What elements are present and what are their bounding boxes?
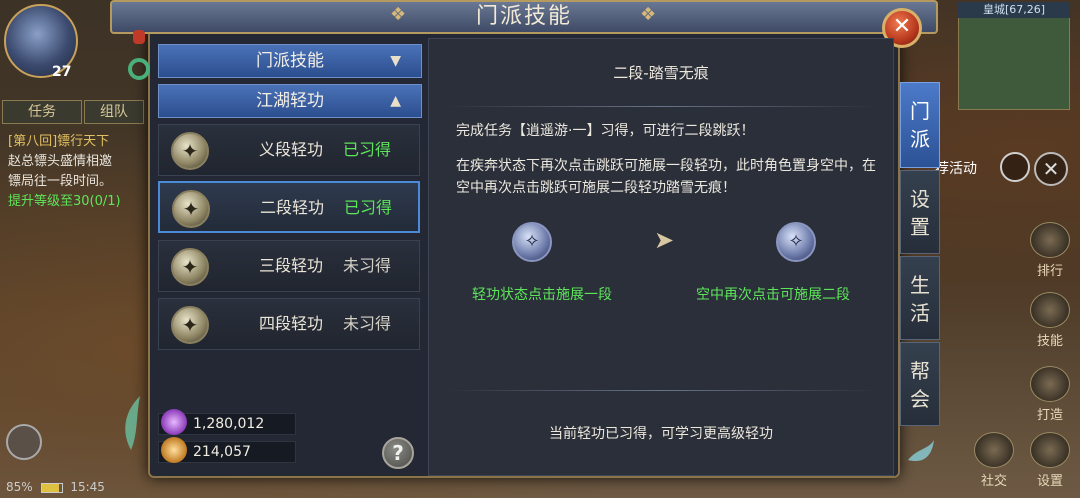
category-qinggong[interactable]: 江湖轻功 ▲: [158, 84, 422, 118]
tab-team[interactable]: 组队: [84, 100, 144, 124]
social-icon: [974, 432, 1014, 468]
skill-row-3[interactable]: ✦ 三段轻功 未习得: [158, 240, 420, 292]
rank-button[interactable]: 排行: [1028, 222, 1072, 279]
gem-icon: [161, 409, 187, 435]
skill-usage-text: 在疾奔状态下再次点击跳跃可施展一段轻功，此时角色置身空中，在空中再次点击跳跃可施…: [456, 158, 876, 196]
craft-label: 打造: [1036, 408, 1063, 423]
rank-icon: [1030, 222, 1070, 258]
qinggong-skill-icon: ✦: [171, 248, 209, 286]
skill-row-4[interactable]: ✦ 四段轻功 未习得: [158, 298, 420, 350]
second-jump-icon: ✧: [776, 222, 816, 262]
social-label: 社交: [980, 474, 1007, 489]
quest-desc-1: 赵总镖头盛情相邀: [8, 154, 113, 169]
camera-icon[interactable]: [6, 424, 42, 460]
skill-label: 技能: [1036, 334, 1063, 349]
player-level: 27: [52, 64, 72, 80]
skill-learned-footer: 当前轻功已习得，可学习更高级轻功: [549, 426, 773, 442]
status-bar: 85% 15:45: [6, 480, 105, 494]
gem-amount: 1,280,012: [193, 416, 265, 432]
category-label: 门派技能: [256, 51, 324, 71]
gold-ingot-icon: [161, 437, 187, 463]
chevron-down-icon: ▼: [390, 53, 401, 69]
second-jump-label: 空中再次点击可施展二段: [696, 287, 850, 303]
quest-title[interactable]: [第八回]镖行天下: [8, 130, 109, 149]
currency-gold: 214,057: [158, 437, 296, 463]
gear-icon: [1030, 432, 1070, 468]
event-label[interactable]: 荐活动: [935, 158, 977, 178]
skill-status: 未习得: [342, 314, 391, 333]
jade-pendant-icon: [126, 30, 152, 90]
skill-detail-title: 二段-踏雪无痕: [613, 64, 709, 82]
minimap[interactable]: [958, 6, 1070, 110]
settings-label: 设置: [1036, 474, 1063, 489]
tab-settings[interactable]: 设置: [900, 170, 940, 254]
tab-task[interactable]: 任务: [2, 100, 82, 124]
skill-name: 二段轻功: [259, 198, 324, 217]
skill-name: 义段轻功: [258, 140, 323, 159]
settings-button[interactable]: 设置: [1028, 432, 1072, 489]
skill-status: 已习得: [343, 198, 392, 217]
skill-row-1[interactable]: ✦ 义段轻功 已习得: [158, 124, 420, 176]
close-icon[interactable]: ✕: [1034, 152, 1068, 186]
battery-level: 85%: [6, 480, 33, 494]
rank-label: 排行: [1036, 264, 1063, 279]
qinggong-skill-icon: ✦: [171, 306, 209, 344]
tab-sect[interactable]: 门派: [900, 82, 940, 168]
tab-guild[interactable]: 帮会: [900, 342, 940, 426]
skill-name: 四段轻功: [258, 314, 323, 333]
search-icon[interactable]: [1000, 152, 1030, 182]
first-jump-icon: ✧: [512, 222, 552, 262]
chevron-right-icon: ➤: [654, 226, 675, 254]
social-button[interactable]: 社交: [972, 432, 1016, 489]
divider: [444, 390, 878, 391]
quest-desc-2: 镖局往一段时间。: [8, 174, 113, 189]
skill-status: 未习得: [342, 256, 391, 275]
tab-life[interactable]: 生活: [900, 256, 940, 340]
category-label: 江湖轻功: [256, 91, 324, 111]
leaf-ornament-icon: [125, 396, 140, 450]
battery-icon: [40, 482, 63, 493]
skill-row-2[interactable]: ✦ 二段轻功 已习得: [158, 181, 420, 233]
help-button[interactable]: ?: [382, 437, 414, 469]
skill-name: 三段轻功: [258, 256, 323, 275]
divider: [444, 106, 878, 107]
clock: 15:45: [70, 480, 105, 494]
skill-button[interactable]: 技能: [1028, 292, 1072, 349]
skill-icon: [1030, 292, 1070, 328]
chevron-up-icon: ▲: [390, 93, 401, 109]
qinggong-skill-icon: ✦: [171, 132, 209, 170]
category-sect-skills[interactable]: 门派技能 ▼: [158, 44, 422, 78]
currency-gem: 1,280,012: [158, 409, 296, 435]
anvil-icon: [1030, 366, 1070, 402]
minimap-location: 皇城[67,26]: [958, 2, 1070, 18]
craft-button[interactable]: 打造: [1028, 366, 1072, 423]
skill-detail-panel: [428, 38, 894, 476]
skill-status: 已习得: [342, 140, 391, 159]
gold-amount: 214,057: [193, 444, 251, 460]
quest-progress: 提升等级至30(0/1): [8, 194, 121, 209]
first-jump-label: 轻功状态点击施展一段: [472, 287, 612, 303]
qinggong-skill-icon: ✦: [172, 190, 210, 228]
skill-acquire-text: 完成任务【逍遥游·一】习得，可进行二段跳跃！: [456, 123, 755, 139]
bird-ornament-icon: [908, 440, 934, 462]
dialog-title: 门派技能: [475, 4, 572, 29]
